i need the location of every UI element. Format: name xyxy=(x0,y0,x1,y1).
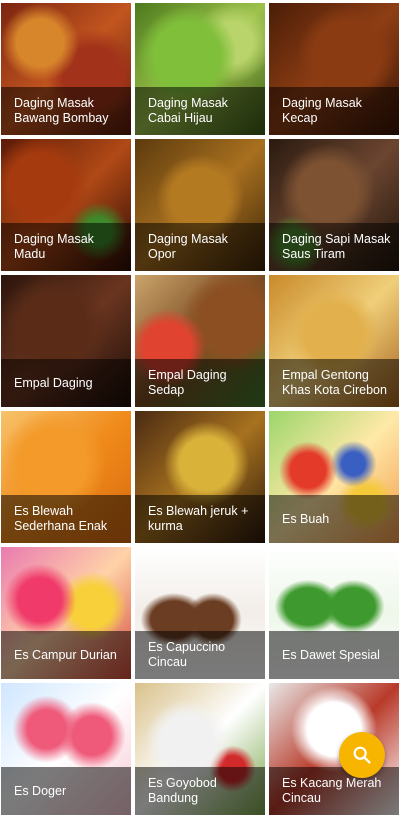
recipe-caption: Daging Sapi Masak Saus Tiram xyxy=(269,223,399,271)
recipe-caption: Es Dawet Spesial xyxy=(269,631,399,679)
search-fab-button[interactable] xyxy=(339,732,385,778)
recipe-card[interactable]: Empal Daging Sedap xyxy=(135,275,265,407)
recipe-title: Empal Daging Sedap xyxy=(148,368,227,397)
recipe-title: Es Blewah Sederhana Enak xyxy=(14,504,108,533)
recipe-caption: Empal Daging Sedap xyxy=(135,359,265,407)
recipe-card[interactable]: Es Buah xyxy=(269,411,399,543)
recipe-title: Es Kacang Merah Cincau xyxy=(282,776,382,805)
recipe-card[interactable]: Daging Masak Bawang Bombay xyxy=(1,3,131,135)
recipe-caption: Daging Masak Opor xyxy=(135,223,265,271)
recipe-card[interactable]: Daging Masak Cabai Hijau xyxy=(135,3,265,135)
recipe-card[interactable]: Empal Gentong Khas Kota Cirebon xyxy=(269,275,399,407)
recipe-caption: Empal Gentong Khas Kota Cirebon xyxy=(269,359,399,407)
recipe-title: Es Goyobod Bandung xyxy=(148,776,217,805)
recipe-caption: Es Goyobod Bandung xyxy=(135,767,265,815)
recipe-caption: Daging Masak Cabai Hijau xyxy=(135,87,265,135)
recipe-caption: Es Capuccino Cincau xyxy=(135,631,265,679)
recipe-caption: Es Blewah Sederhana Enak xyxy=(1,495,131,543)
recipe-title: Daging Sapi Masak Saus Tiram xyxy=(282,232,391,261)
recipe-title: Daging Masak Opor xyxy=(148,232,228,261)
recipe-title: Es Blewah jeruk + kurma xyxy=(148,504,249,533)
recipe-title: Empal Daging xyxy=(14,375,93,390)
recipe-card[interactable]: Daging Masak Madu xyxy=(1,139,131,271)
recipe-caption: Daging Masak Madu xyxy=(1,223,131,271)
recipe-title: Daging Masak Cabai Hijau xyxy=(148,96,228,125)
recipe-card[interactable]: Daging Masak Opor xyxy=(135,139,265,271)
recipe-card[interactable]: Daging Masak Kecap xyxy=(269,3,399,135)
recipe-card[interactable]: Es Dawet Spesial xyxy=(269,547,399,679)
recipe-title: Daging Masak Kecap xyxy=(282,96,362,125)
recipe-caption: Daging Masak Bawang Bombay xyxy=(1,87,131,135)
recipe-title: Es Dawet Spesial xyxy=(282,647,380,662)
recipe-card[interactable]: Es Doger xyxy=(1,683,131,815)
recipe-card[interactable]: Es Campur Durian xyxy=(1,547,131,679)
recipe-caption: Empal Daging xyxy=(1,359,131,407)
recipe-caption: Es Blewah jeruk + kurma xyxy=(135,495,265,543)
recipe-card[interactable]: Es Goyobod Bandung xyxy=(135,683,265,815)
recipe-caption: Es Kacang Merah Cincau xyxy=(269,767,399,815)
recipe-card[interactable]: Daging Sapi Masak Saus Tiram xyxy=(269,139,399,271)
recipe-card[interactable]: Es Blewah jeruk + kurma xyxy=(135,411,265,543)
recipe-title: Es Buah xyxy=(282,511,330,526)
recipe-caption: Es Campur Durian xyxy=(1,631,131,679)
recipe-title: Daging Masak Madu xyxy=(14,232,94,261)
recipe-caption: Es Buah xyxy=(269,495,399,543)
recipe-card[interactable]: Es Blewah Sederhana Enak xyxy=(1,411,131,543)
recipe-card[interactable]: Empal Daging xyxy=(1,275,131,407)
recipe-title: Es Campur Durian xyxy=(14,647,117,662)
recipe-card[interactable]: Es Capuccino Cincau xyxy=(135,547,265,679)
recipe-title: Es Capuccino Cincau xyxy=(148,640,226,669)
recipe-grid: Daging Masak Bawang Bombay Daging Masak … xyxy=(1,3,399,815)
recipe-caption: Daging Masak Kecap xyxy=(269,87,399,135)
search-icon xyxy=(353,746,371,764)
recipe-caption: Es Doger xyxy=(1,767,131,815)
recipe-title: Es Doger xyxy=(14,783,67,798)
recipe-title: Empal Gentong Khas Kota Cirebon xyxy=(282,368,387,397)
recipe-title: Daging Masak Bawang Bombay xyxy=(14,96,109,125)
